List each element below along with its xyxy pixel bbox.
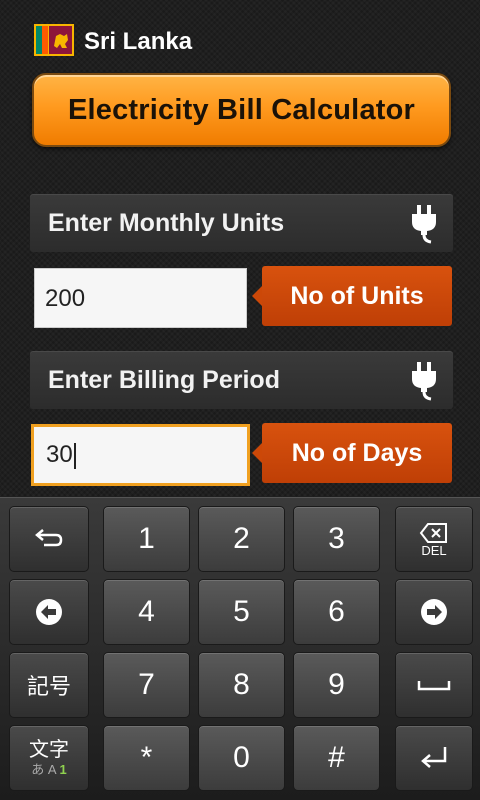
days-tag-label: No of Days [291, 438, 423, 467]
input-mode-key[interactable]: 文字 あ A 1 [9, 725, 89, 791]
symbols-key-label: 記号 [26, 674, 71, 699]
period-section-header: Enter Billing Period [30, 351, 453, 409]
key-3-label: 3 [328, 522, 345, 555]
key-7[interactable]: 7 [103, 652, 190, 718]
units-section-label: Enter Monthly Units [48, 209, 285, 237]
key-5[interactable]: 5 [198, 579, 285, 645]
space-icon [417, 681, 451, 691]
title-bar: Sri Lanka [0, 0, 480, 72]
days-tag: No of Days [252, 423, 452, 483]
key-hash[interactable]: # [293, 725, 380, 791]
key-6[interactable]: 6 [293, 579, 380, 645]
mode-hiragana-label: あ [31, 762, 45, 777]
mode-numeric-label: 1 [59, 762, 67, 777]
calculator-banner: Electricity Bill Calculator [32, 73, 451, 147]
key-4-label: 4 [138, 595, 155, 628]
key-8-label: 8 [233, 668, 250, 701]
text-cursor [73, 442, 76, 469]
key-5-label: 5 [233, 595, 250, 628]
key-0-label: 0 [233, 741, 250, 774]
billing-period-value: 30 [46, 441, 73, 468]
key-hash-label: # [328, 741, 345, 774]
cursor-right-key[interactable] [395, 579, 473, 645]
banner-title: Electricity Bill Calculator [67, 93, 416, 126]
key-1[interactable]: 1 [103, 506, 190, 572]
backspace-icon [419, 522, 447, 543]
key-star[interactable]: * [103, 725, 190, 791]
app-title: Sri Lanka [84, 28, 193, 55]
period-section-label: Enter Billing Period [48, 366, 280, 394]
plug-icon [412, 362, 436, 401]
monthly-units-input[interactable]: 200 [34, 268, 247, 328]
key-0[interactable]: 0 [198, 725, 285, 791]
space-key[interactable] [395, 652, 473, 718]
key-7-label: 7 [138, 668, 155, 701]
key-4[interactable]: 4 [103, 579, 190, 645]
cursor-left-key[interactable] [9, 579, 89, 645]
key-9-label: 9 [328, 668, 345, 701]
del-label: DEL [421, 542, 447, 558]
units-tag-label: No of Units [290, 281, 424, 310]
key-9[interactable]: 9 [293, 652, 380, 718]
key-3[interactable]: 3 [293, 506, 380, 572]
enter-icon [421, 747, 447, 768]
key-star-label: * [140, 741, 153, 774]
undo-icon [35, 529, 63, 547]
delete-key[interactable]: DEL [395, 506, 473, 572]
key-2[interactable]: 2 [198, 506, 285, 572]
sri-lanka-flag-icon [34, 24, 74, 56]
key-2-label: 2 [233, 522, 250, 555]
key-8[interactable]: 8 [198, 652, 285, 718]
numeric-keyboard: 1 2 3 DEL 4 5 6 記号 7 8 9 文字 あ A 1 * 0 # [0, 497, 480, 800]
arrow-right-icon [421, 599, 447, 625]
monthly-units-value: 200 [45, 285, 86, 312]
billing-period-input[interactable]: 30 [31, 424, 250, 486]
enter-key[interactable] [395, 725, 473, 791]
symbols-key[interactable]: 記号 [9, 652, 89, 718]
input-mode-top-label: 文字 [29, 739, 69, 761]
undo-key[interactable] [9, 506, 89, 572]
units-section-header: Enter Monthly Units [30, 194, 453, 252]
units-tag: No of Units [252, 266, 452, 326]
key-6-label: 6 [328, 595, 345, 628]
key-1-label: 1 [138, 522, 155, 555]
app-screen: Sri Lanka Electricity Bill Calculator En… [0, 0, 480, 497]
arrow-left-icon [36, 599, 62, 625]
mode-alpha-label: A [47, 762, 56, 777]
plug-icon [412, 205, 436, 244]
